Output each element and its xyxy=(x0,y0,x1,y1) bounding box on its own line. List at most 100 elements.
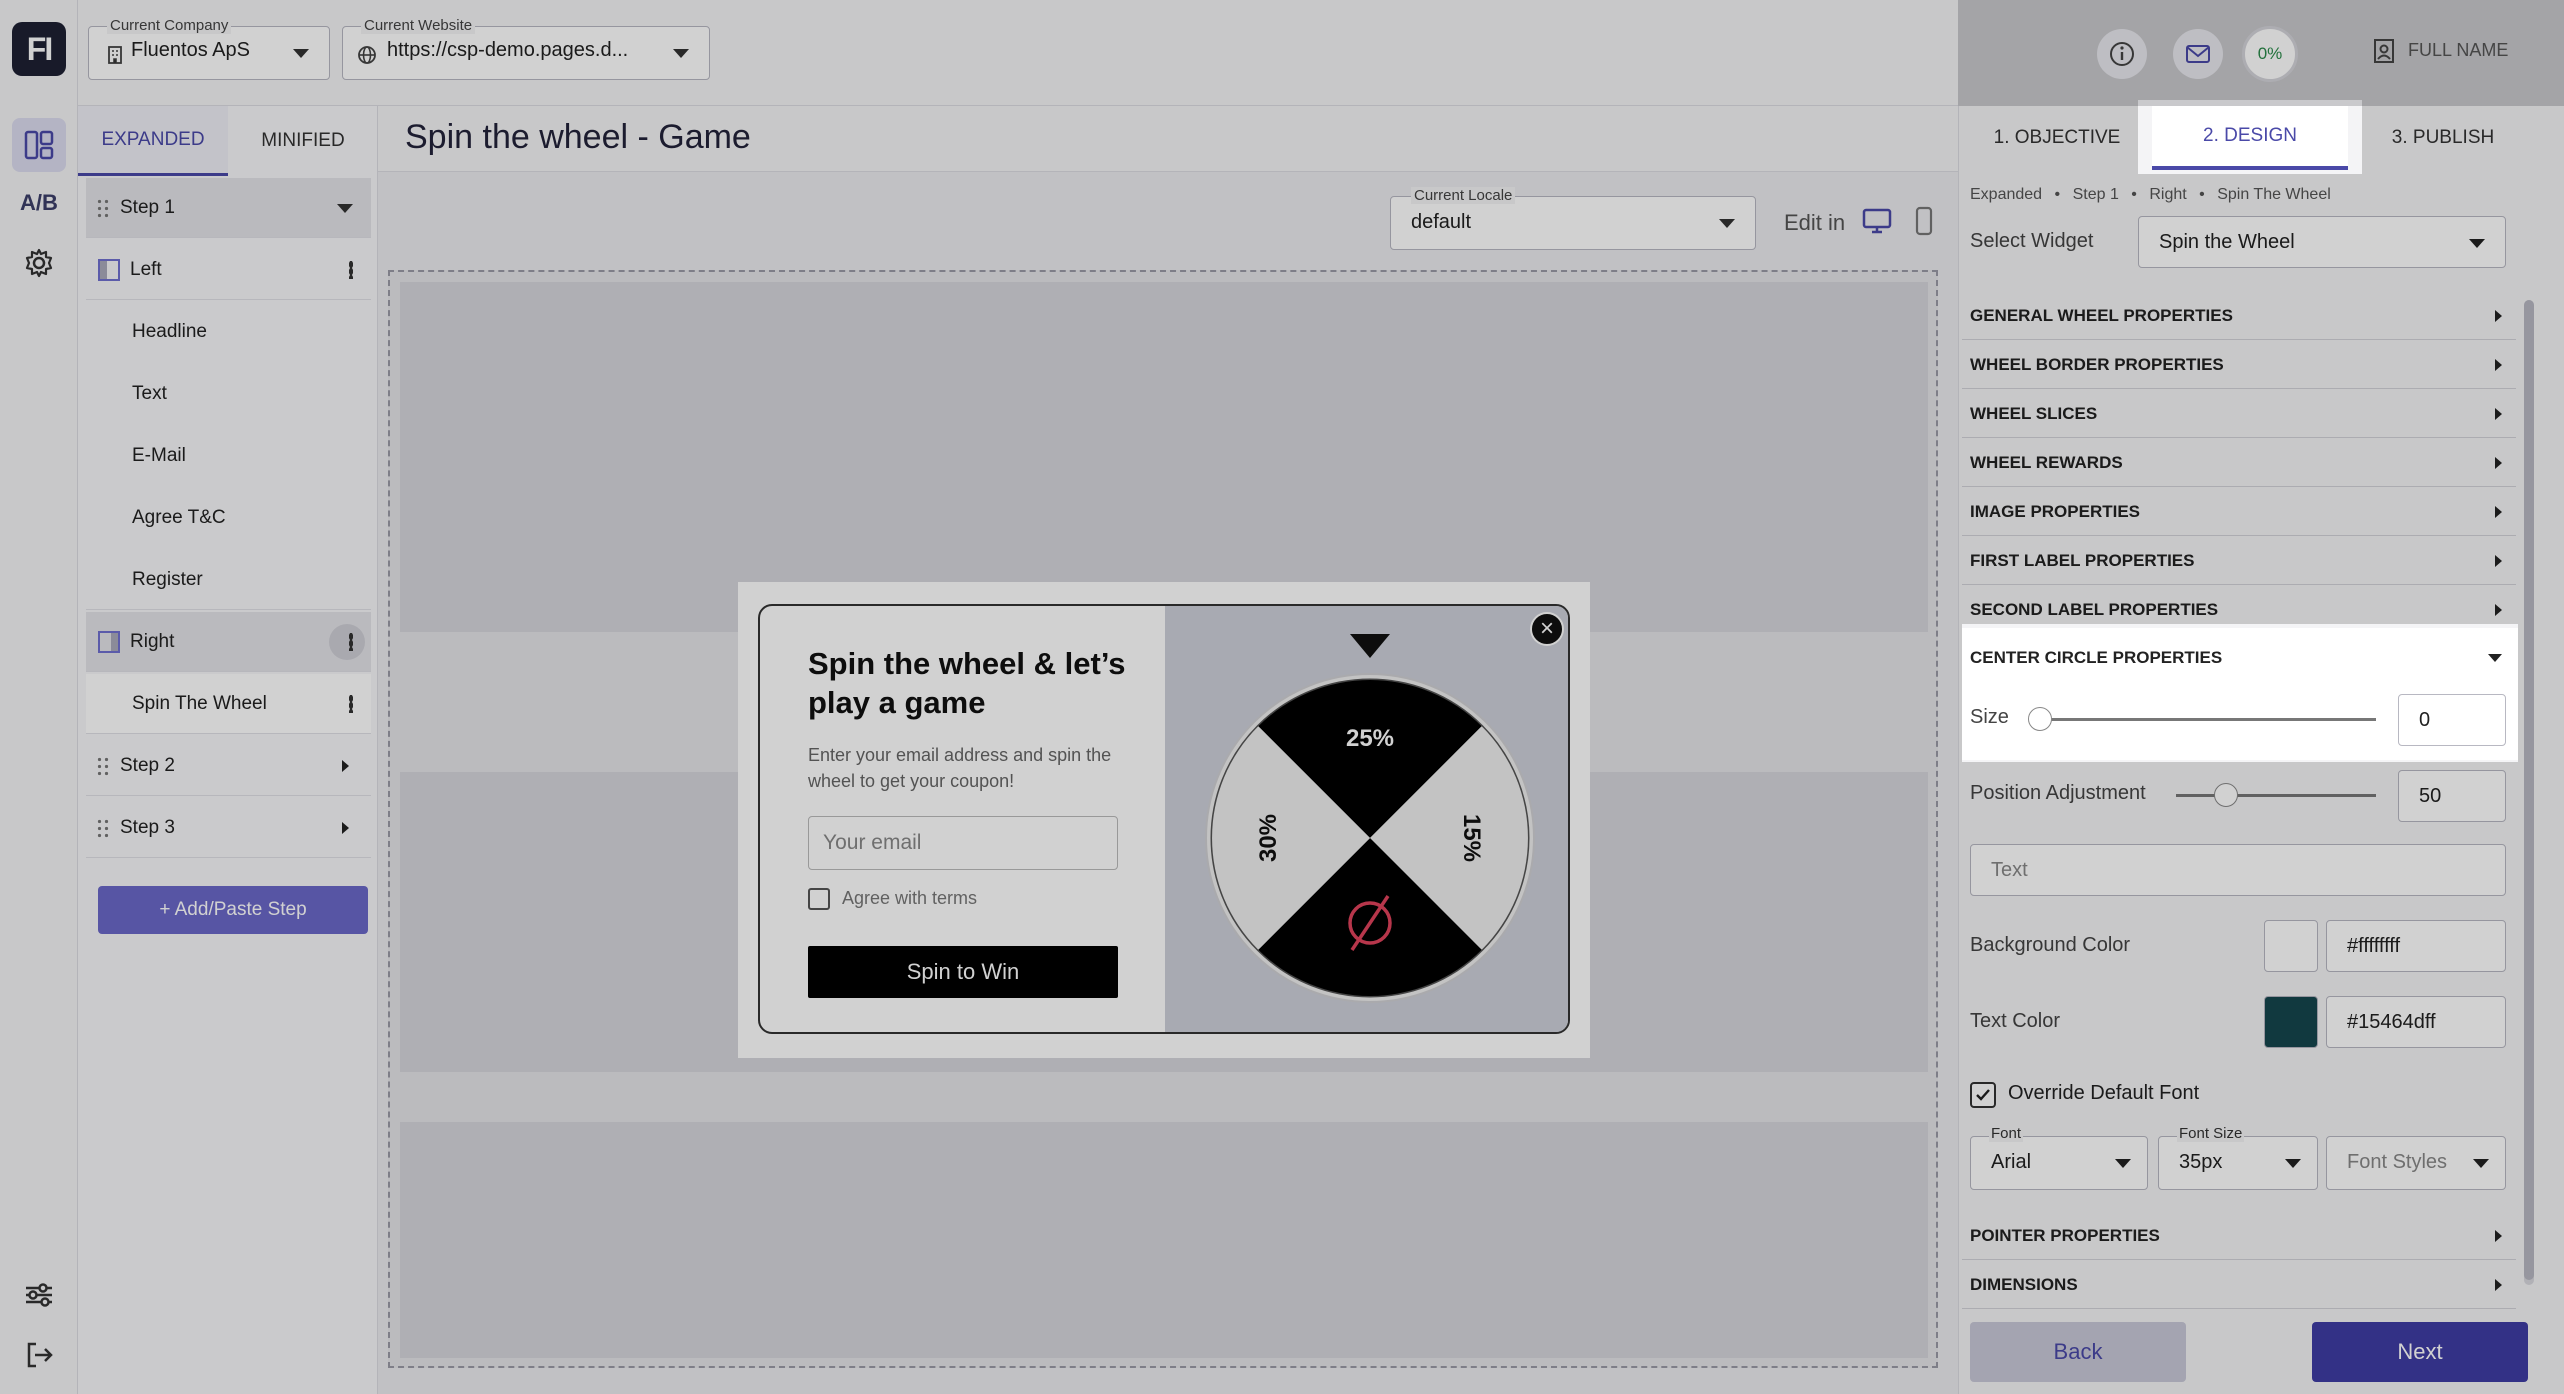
section-wheel-border[interactable]: WHEEL BORDER PROPERTIES xyxy=(1962,341,2516,389)
widget-row-agree[interactable]: Agree T&C xyxy=(86,488,371,548)
chevron-down-icon xyxy=(1719,219,1735,228)
column-icon xyxy=(98,630,120,653)
popup-agree-checkbox[interactable] xyxy=(808,888,830,910)
breadcrumb-item[interactable]: Right xyxy=(2149,186,2186,203)
text-color-swatch[interactable] xyxy=(2264,996,2318,1048)
font-select-caption: Font xyxy=(1989,1125,2024,1142)
background-color-input[interactable]: #ffffffff xyxy=(2326,920,2506,972)
step-row-3[interactable]: Step 3 xyxy=(86,798,371,858)
background-color-label: Background Color xyxy=(1970,934,2131,956)
chevron-down-icon xyxy=(293,49,309,58)
panel-scrollbar-thumb[interactable] xyxy=(2524,300,2534,1280)
section-second-label[interactable]: SECOND LABEL PROPERTIES xyxy=(1962,586,2516,634)
popup-agree-label: Agree with terms xyxy=(842,888,978,908)
popup-email-input[interactable]: Your email xyxy=(808,816,1118,870)
website-select[interactable]: Current Website https://csp-demo.pages.d… xyxy=(342,17,710,80)
desktop-icon[interactable] xyxy=(1862,208,1892,234)
locale-select[interactable]: Current Locale default xyxy=(1390,187,1756,250)
spin-to-win-button[interactable]: Spin to Win xyxy=(808,946,1118,998)
font-size-select[interactable]: Font Size 35px xyxy=(2158,1125,2318,1190)
more-icon[interactable] xyxy=(349,694,353,713)
section-image[interactable]: IMAGE PROPERTIES xyxy=(1962,488,2516,536)
position-slider-track[interactable] xyxy=(2176,794,2376,797)
logout-icon[interactable] xyxy=(12,1328,66,1382)
step-label: Step 3 xyxy=(120,816,175,838)
company-select[interactable]: Current Company Fluentos ApS xyxy=(88,17,330,80)
wheel-label-25: 25% xyxy=(1346,725,1394,752)
size-input[interactable]: 0 xyxy=(2398,694,2506,746)
sliders-icon[interactable] xyxy=(12,1268,66,1322)
back-button[interactable]: Back xyxy=(1970,1322,2186,1382)
section-label: POINTER PROPERTIES xyxy=(1970,1225,2160,1245)
column-row-right[interactable]: Right xyxy=(86,612,371,672)
drag-handle-icon[interactable] xyxy=(96,817,110,838)
size-slider-track[interactable] xyxy=(2030,718,2376,721)
step-row-1[interactable]: Step 1 xyxy=(86,178,371,238)
popup-close-button[interactable]: × xyxy=(1530,612,1564,646)
user-name[interactable]: FULL NAME xyxy=(2408,40,2508,61)
more-icon[interactable] xyxy=(349,260,353,279)
section-wheel-slices[interactable]: WHEEL SLICES xyxy=(1962,390,2516,438)
company-select-value: Fluentos ApS xyxy=(131,39,250,61)
chevron-right-icon xyxy=(2495,1278,2502,1291)
column-row-left[interactable]: Left xyxy=(86,240,371,300)
section-dimensions[interactable]: DIMENSIONS xyxy=(1962,1261,2516,1309)
text-color-value: #15464dff xyxy=(2347,1010,2436,1033)
widget-row-register[interactable]: Register xyxy=(86,550,371,610)
size-slider-thumb[interactable] xyxy=(2028,707,2052,731)
section-first-label[interactable]: FIRST LABEL PROPERTIES xyxy=(1962,537,2516,585)
font-styles-select[interactable]: Font Styles xyxy=(2326,1136,2506,1190)
font-size-caption: Font Size xyxy=(2177,1125,2245,1142)
section-center-circle[interactable]: CENTER CIRCLE PROPERTIES xyxy=(1962,634,2516,682)
section-wheel-rewards[interactable]: WHEEL REWARDS xyxy=(1962,439,2516,487)
tab-design[interactable]: 2. DESIGN xyxy=(2152,106,2348,170)
position-slider-thumb[interactable] xyxy=(2214,783,2238,807)
widget-row-text[interactable]: Text xyxy=(86,364,371,424)
breadcrumb-item[interactable]: Spin The Wheel xyxy=(2217,186,2331,203)
chevron-down-icon xyxy=(2473,1159,2489,1168)
text-color-input[interactable]: #15464dff xyxy=(2326,996,2506,1048)
tab-objective[interactable]: 1. OBJECTIVE xyxy=(1962,106,2152,170)
mobile-icon[interactable] xyxy=(1914,206,1934,236)
center-text-input[interactable]: Text xyxy=(1970,844,2506,896)
add-step-button[interactable]: + Add/Paste Step xyxy=(98,886,368,934)
user-icon[interactable] xyxy=(2372,38,2398,66)
chevron-right-icon xyxy=(342,822,349,834)
ab-test-icon[interactable]: A/B xyxy=(12,176,66,230)
settings-icon[interactable] xyxy=(12,236,66,290)
section-general-wheel[interactable]: GENERAL WHEEL PROPERTIES xyxy=(1962,292,2516,340)
chevron-right-icon xyxy=(342,760,349,772)
step-label: Step 1 xyxy=(120,196,175,218)
locale-select-value: default xyxy=(1411,211,1472,233)
chevron-right-icon xyxy=(2495,554,2502,567)
step-row-2[interactable]: Step 2 xyxy=(86,736,371,796)
font-select-value: Arial xyxy=(1991,1151,2032,1173)
app-logo[interactable]: FI xyxy=(12,22,66,76)
drag-handle-icon[interactable] xyxy=(96,197,110,218)
breadcrumb-item[interactable]: Expanded xyxy=(1970,186,2042,203)
background-color-swatch[interactable] xyxy=(2264,920,2318,972)
step-label: Step 2 xyxy=(120,754,175,776)
next-button[interactable]: Next xyxy=(2312,1322,2528,1382)
font-select[interactable]: Font Arial xyxy=(1970,1125,2148,1190)
more-icon[interactable] xyxy=(349,632,353,651)
widget-row-headline[interactable]: Headline xyxy=(86,302,371,362)
widget-row-email[interactable]: E-Mail xyxy=(86,426,371,486)
layout-icon[interactable] xyxy=(12,118,66,172)
select-widget-dropdown[interactable]: Spin the Wheel xyxy=(2138,216,2506,268)
info-icon[interactable] xyxy=(2090,28,2154,80)
position-adjustment-label: Position Adjustment xyxy=(1970,782,2146,804)
drag-handle-icon[interactable] xyxy=(96,755,110,776)
popup-preview: Spin the wheel & let’s play a game Enter… xyxy=(758,604,1570,1034)
widget-label: Register xyxy=(132,568,203,590)
tab-minified[interactable]: MINIFIED xyxy=(228,106,378,176)
tab-expanded[interactable]: EXPANDED xyxy=(78,106,228,176)
position-input[interactable]: 50 xyxy=(2398,770,2506,822)
tab-publish[interactable]: 3. PUBLISH xyxy=(2348,106,2538,170)
widget-row-spin-the-wheel[interactable]: Spin The Wheel xyxy=(86,674,371,734)
override-font-checkbox[interactable] xyxy=(1970,1082,1996,1108)
mail-icon[interactable] xyxy=(2166,28,2230,80)
section-pointer[interactable]: POINTER PROPERTIES xyxy=(1962,1212,2516,1260)
breadcrumb-item[interactable]: Step 1 xyxy=(2073,186,2119,203)
wheel-label-15: 15% xyxy=(1458,814,1485,862)
